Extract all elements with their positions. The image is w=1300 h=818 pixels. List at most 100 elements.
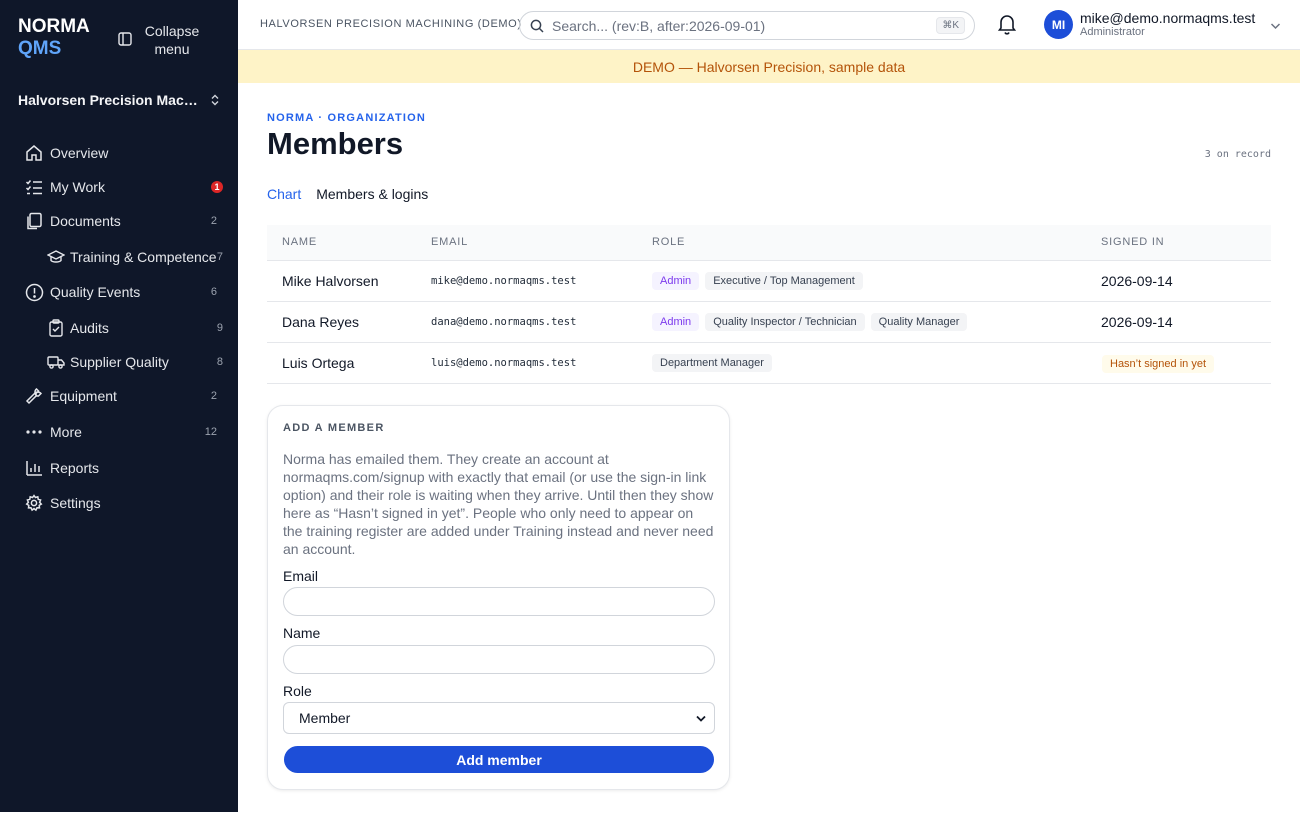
not-signed-in-badge: Hasn’t signed in yet — [1102, 355, 1214, 373]
role-chip: Executive / Top Management — [705, 272, 863, 290]
member-signed-in: 2026-09-14 — [1101, 314, 1173, 330]
sidebar-item-label: Supplier Quality — [70, 354, 169, 370]
member-name: Mike Halvorsen — [282, 273, 379, 289]
brand-logo[interactable]: NORMA QMS — [18, 16, 90, 60]
table-row[interactable]: Dana Reyes dana@demo.normaqms.test Admin… — [267, 302, 1271, 343]
notifications-bell-icon[interactable] — [997, 13, 1017, 40]
sidebar-item-label: Quality Events — [50, 284, 141, 300]
sidebar-item-label: Equipment — [50, 388, 117, 404]
name-label: Name — [283, 625, 321, 641]
clipboard-check-icon — [46, 318, 66, 338]
search-input[interactable]: Search... (rev:B, after:2026-09-01) ⌘K — [519, 11, 975, 40]
column-header-signed-in: SIGNED IN — [1101, 236, 1165, 248]
sidebar-item-label: More — [50, 424, 82, 440]
table-row[interactable]: Mike Halvorsen mike@demo.normaqms.test A… — [267, 261, 1271, 302]
documents-icon — [24, 211, 44, 231]
record-count: 3 on record — [1204, 149, 1271, 160]
checklist-icon — [24, 177, 44, 197]
add-member-button[interactable]: Add member — [284, 746, 714, 773]
name-field[interactable] — [283, 645, 715, 674]
member-email: mike@demo.normaqms.test — [431, 275, 577, 287]
company-name: HALVORSEN PRECISION MACHINING (DEMO) — [260, 18, 522, 30]
collapse-menu-label: Collapse menu — [144, 23, 200, 57]
user-info: mike@demo.normaqms.test Administrator — [1080, 11, 1255, 39]
search-shortcut-hint: ⌘K — [936, 17, 965, 34]
sidebar-item-supplier-quality[interactable]: Supplier Quality 8 — [0, 345, 238, 379]
user-email: mike@demo.normaqms.test — [1080, 9, 1256, 26]
table-header: NAME EMAIL ROLE SIGNED IN — [267, 225, 1271, 261]
member-name: Dana Reyes — [282, 314, 360, 330]
user-role: Administrator — [1080, 25, 1145, 38]
brand-name: NORMA — [18, 16, 90, 37]
sidebar-item-equipment[interactable]: Equipment 2 — [0, 379, 238, 413]
sidebar-item-my-work[interactable]: My Work 1 — [0, 170, 238, 204]
sidebar-item-settings[interactable]: Settings — [0, 486, 238, 520]
sidebar-item-reports[interactable]: Reports — [0, 451, 238, 485]
page-title: Members — [267, 126, 404, 161]
sidebar-item-training[interactable]: Training & Competence 7 — [0, 240, 238, 274]
member-roles: Department Manager — [652, 354, 772, 372]
demo-banner: DEMO — Halvorsen Precision, sample data — [238, 50, 1300, 83]
add-member-card: ADD A MEMBER Norma has emailed them. The… — [267, 405, 730, 790]
role-select-value: Member — [299, 710, 351, 726]
tab-members-logins[interactable]: Members & logins — [316, 186, 428, 202]
email-label: Email — [283, 568, 319, 584]
alert-circle-icon — [24, 282, 44, 302]
role-label: Role — [283, 683, 312, 699]
member-signed-in: 2026-09-14 — [1101, 273, 1173, 289]
member-roles: Admin Executive / Top Management — [652, 272, 863, 290]
add-member-description: Norma has emailed them. They create an a… — [283, 451, 714, 557]
sidebar-item-count: 2 — [210, 390, 217, 402]
sidebar-item-overview[interactable]: Overview — [0, 136, 238, 170]
truck-icon — [46, 352, 66, 372]
sidebar-item-more[interactable]: More 12 — [0, 415, 238, 449]
sidebar-item-count: 6 — [210, 286, 217, 298]
sidebar-item-label: Reports — [50, 460, 100, 476]
email-field[interactable] — [283, 587, 715, 616]
my-work-count-badge: 1 — [211, 181, 223, 193]
wrench-icon — [24, 386, 44, 406]
column-header-email: EMAIL — [431, 236, 469, 248]
members-table: NAME EMAIL ROLE SIGNED IN Mike Halvorsen… — [267, 225, 1271, 384]
role-chip-admin: Admin — [652, 313, 700, 331]
sidebar-item-quality-events[interactable]: Quality Events 6 — [0, 275, 238, 309]
gear-icon — [24, 493, 44, 513]
view-tabs: Chart Members & logins — [267, 186, 428, 202]
member-roles: Admin Quality Inspector / Technician Qua… — [652, 313, 968, 331]
sidebar-item-label: Settings — [50, 495, 101, 511]
sidebar-item-count: 2 — [210, 215, 217, 227]
avatar: MI — [1044, 10, 1073, 39]
search-icon — [530, 19, 544, 33]
sidebar: NORMA QMS Collapse menu Halvorsen Precis… — [0, 0, 238, 812]
user-menu[interactable]: MI mike@demo.normaqms.test Administrator — [1044, 10, 1281, 39]
role-chip-admin: Admin — [652, 272, 700, 290]
bar-chart-icon — [24, 458, 44, 478]
more-dots-icon — [24, 422, 44, 442]
role-select[interactable]: Member — [283, 702, 715, 734]
sidebar-item-count: 9 — [216, 322, 223, 334]
home-icon — [24, 143, 44, 163]
chevron-down-icon — [1271, 22, 1281, 29]
role-chip: Quality Manager — [870, 313, 968, 331]
org-switcher[interactable]: Halvorsen Precision Machi... — [18, 92, 220, 108]
sidebar-item-label: Documents — [50, 213, 121, 229]
sidebar-item-label: Training & Competence — [70, 249, 217, 265]
sidebar-item-documents[interactable]: Documents 2 — [0, 204, 238, 238]
sidebar-item-label: Overview — [50, 145, 109, 161]
breadcrumb: NORMA · ORGANIZATION — [267, 112, 427, 124]
role-chip: Quality Inspector / Technician — [705, 313, 865, 331]
sidebar-item-audits[interactable]: Audits 9 — [0, 311, 238, 345]
column-header-role: ROLE — [652, 236, 686, 248]
chevron-updown-icon — [211, 94, 219, 106]
brand-suffix: QMS — [18, 38, 62, 59]
table-row[interactable]: Luis Ortega luis@demo.normaqms.test Depa… — [267, 343, 1271, 384]
column-header-name: NAME — [282, 236, 317, 248]
sidebar-item-label: Audits — [70, 320, 109, 336]
member-email: luis@demo.normaqms.test — [431, 357, 577, 369]
member-name: Luis Ortega — [282, 355, 355, 371]
sidebar-item-label: My Work — [50, 179, 105, 195]
add-member-title: ADD A MEMBER — [283, 422, 385, 434]
role-chip: Department Manager — [652, 354, 772, 372]
collapse-menu-button[interactable]: Collapse menu — [118, 22, 200, 58]
tab-chart[interactable]: Chart — [267, 186, 301, 202]
